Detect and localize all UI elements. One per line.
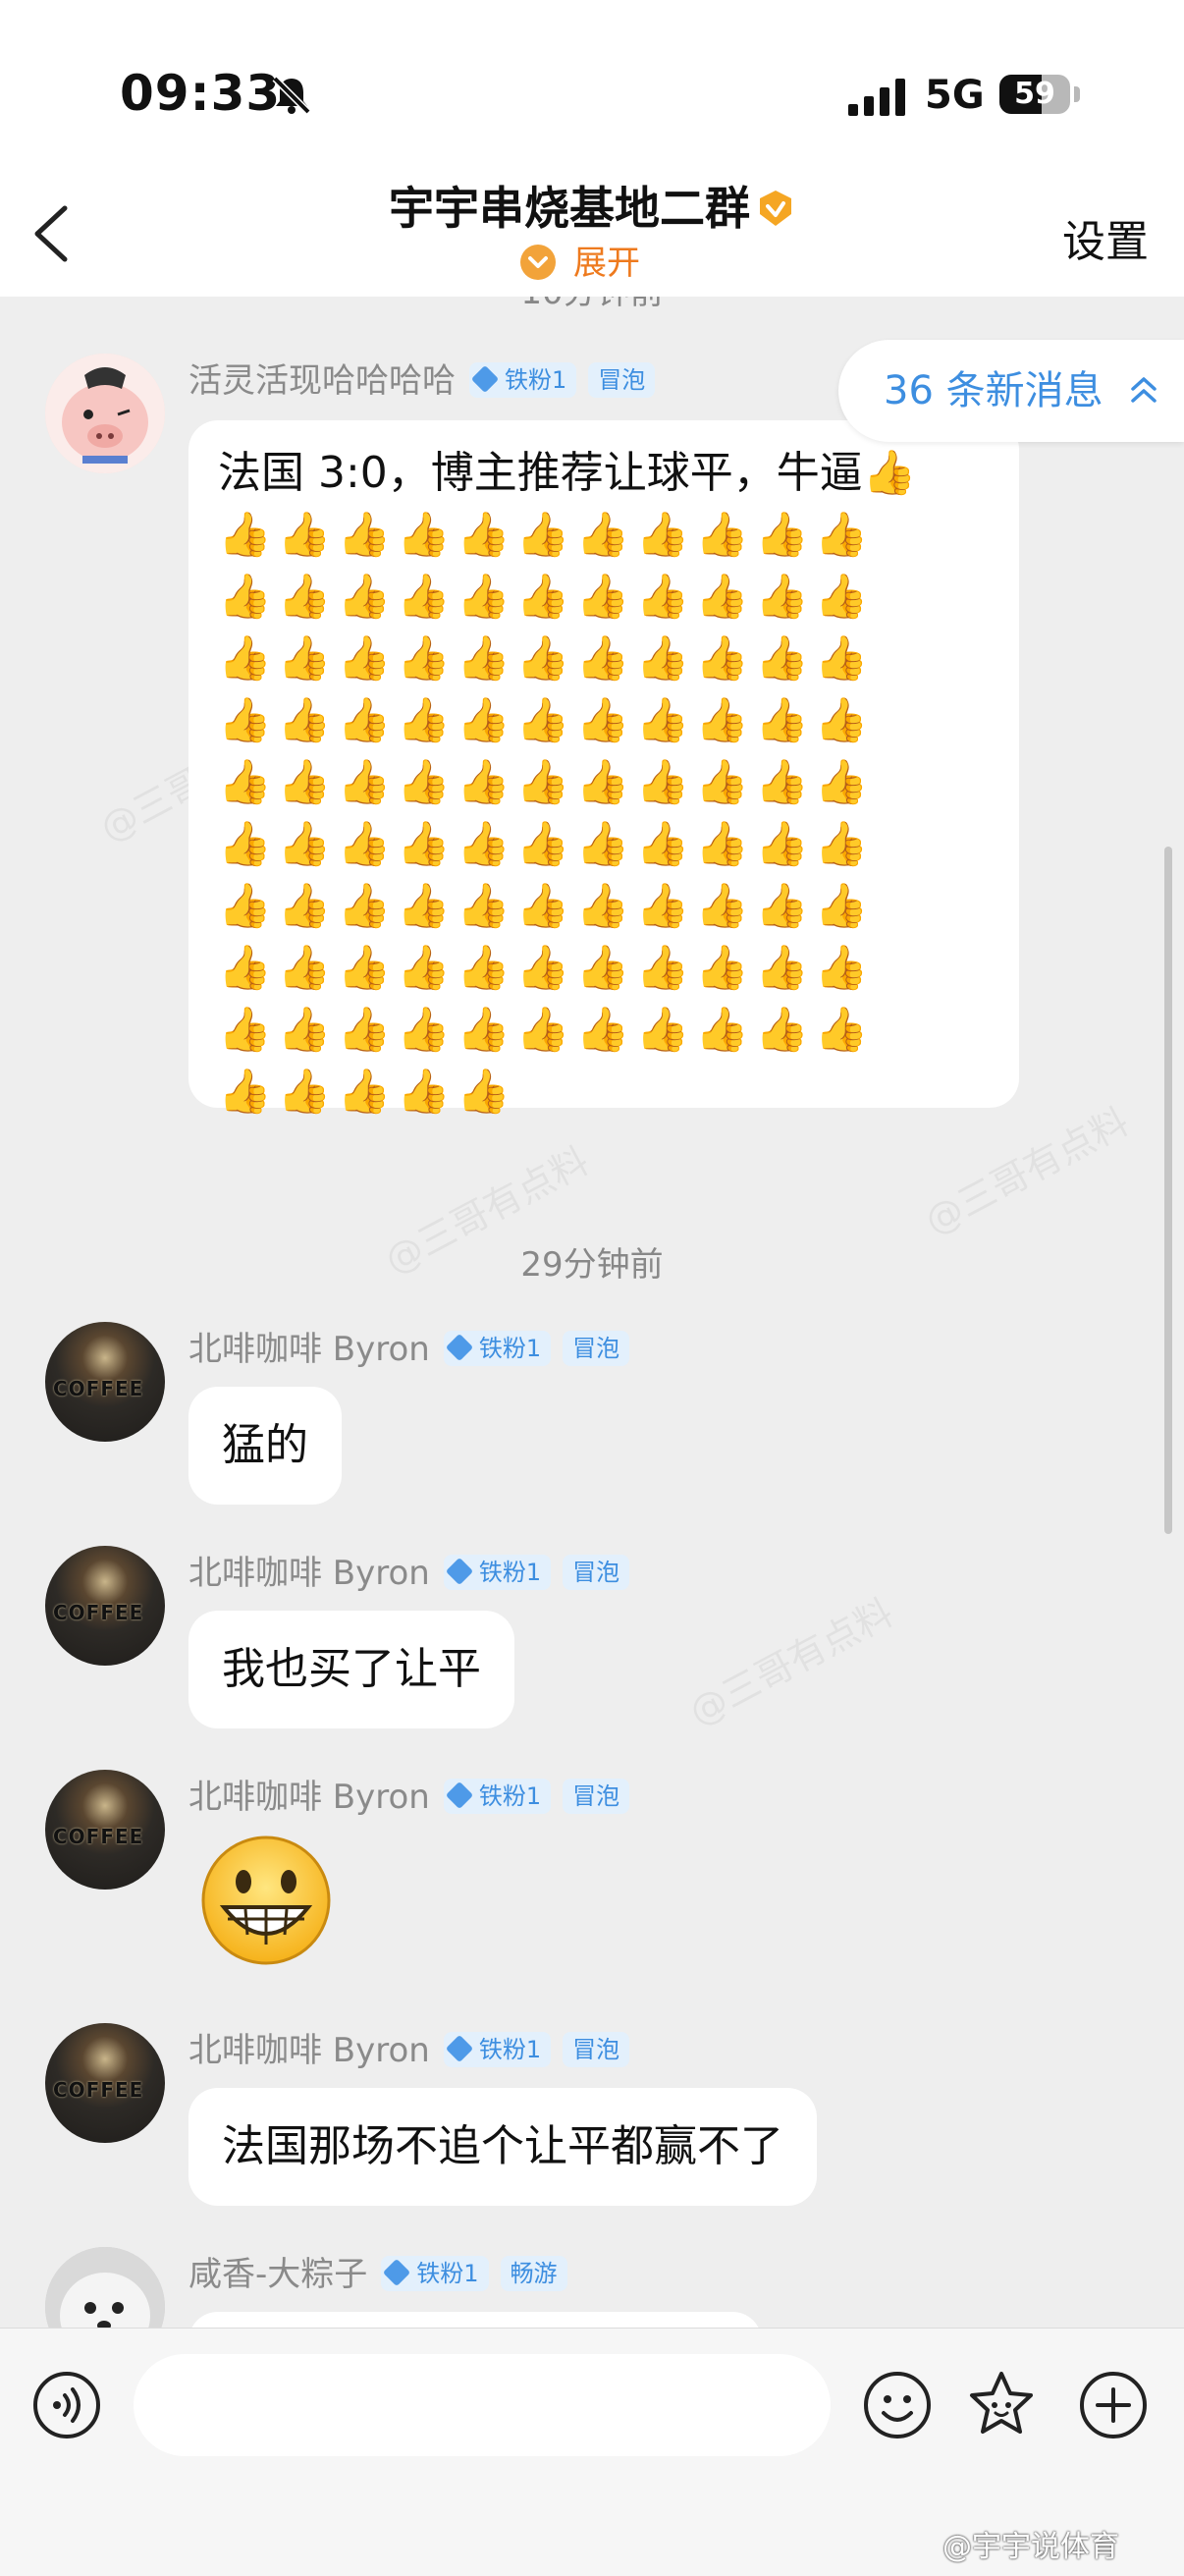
expand-button[interactable]: 展开 (520, 244, 640, 283)
coffee-avatar-label: COFFEE (53, 2078, 144, 2102)
thumbs-up-emoji-row: 👍👍👍👍👍👍👍👍👍👍👍 (218, 510, 875, 560)
battery-tip (1074, 86, 1080, 102)
activity-tag: 冒泡 (588, 361, 656, 398)
avatar[interactable]: COFFEE (45, 2023, 165, 2143)
network-type: 5G (925, 73, 985, 118)
sender-name[interactable]: 咸香-大粽子 铁粉1 畅游 (188, 2253, 567, 2296)
status-bar: 09:33 5G 59 (0, 0, 1184, 167)
sender-name[interactable]: 北啡咖啡 Byron 铁粉1 冒泡 (188, 1776, 630, 1819)
dog-avatar-icon (45, 2247, 165, 2328)
coffee-avatar-label: COFFEE (53, 1601, 144, 1624)
thumbs-up-emoji-row: 👍👍👍👍👍👍👍👍👍👍👍 (218, 819, 875, 869)
group-title[interactable]: 宇宇串烧基地二群 (0, 173, 1184, 238)
message-bubble[interactable] (188, 2312, 762, 2328)
verified-badge-icon (760, 190, 791, 226)
thumbs-up-emoji-row: 👍👍👍👍👍👍👍👍👍👍👍 (218, 943, 875, 993)
status-time: 09:33 (120, 65, 282, 122)
bell-muted-icon (272, 76, 311, 115)
voice-input-icon[interactable] (31, 2370, 102, 2440)
credit-watermark: @宇宇说体育 (942, 2530, 1119, 2564)
battery-level: 59 (1014, 77, 1055, 111)
scrollbar[interactable] (1164, 847, 1172, 1534)
fan-badge: 铁粉1 (443, 2031, 552, 2067)
message-input[interactable] (134, 2354, 831, 2456)
emoji-icon[interactable] (862, 2370, 933, 2440)
double-chevron-up-icon (1131, 377, 1157, 403)
avatar[interactable] (45, 2247, 165, 2328)
avatar[interactable]: COFFEE (45, 1322, 165, 1442)
avatar[interactable] (45, 354, 165, 473)
sender-name[interactable]: 活灵活现哈哈哈哈 铁粉1 冒泡 (188, 359, 656, 403)
avatar[interactable]: COFFEE (45, 1770, 165, 1890)
watermark: @三哥有点料 (681, 1590, 900, 1734)
timestamp-divider: 10分钟前 (0, 297, 1184, 313)
thumbs-up-emoji-row: 👍👍👍👍👍👍👍👍👍👍👍 (218, 695, 875, 745)
nav-bar: 宇宇串烧基地二群 展开 设置 (0, 167, 1184, 297)
fan-badge: 铁粉1 (443, 1554, 552, 1590)
sender-name[interactable]: 北啡咖啡 Byron 铁粉1 冒泡 (188, 1328, 630, 1371)
group-title-text: 宇宇串烧基地二群 (389, 182, 750, 235)
new-messages-label: 36 条新消息 (884, 368, 1103, 413)
activity-tag: 冒泡 (563, 2031, 630, 2067)
activity-tag: 冒泡 (563, 1330, 630, 1366)
add-plus-icon[interactable] (1078, 2370, 1149, 2440)
message-text: 法国 3:0，博主推荐让球平，牛逼👍 (218, 448, 917, 498)
grinning-face-emoji-icon[interactable] (198, 1833, 334, 1968)
fan-badge: 铁粉1 (443, 1330, 552, 1366)
thumbs-up-emoji-row: 👍👍👍👍👍👍👍👍👍👍👍 (218, 757, 875, 807)
chevron-down-icon (520, 244, 556, 280)
settings-button[interactable]: 设置 (1062, 206, 1149, 269)
message-bubble[interactable]: 我也买了让平 (188, 1611, 514, 1728)
thumbs-up-emoji-row: 👍👍👍👍👍👍👍👍👍👍👍 (218, 1005, 875, 1055)
thumbs-up-emoji-row: 👍👍👍👍👍👍👍👍👍👍👍 (218, 881, 875, 931)
sticker-star-icon[interactable] (966, 2368, 1037, 2439)
coffee-avatar-label: COFFEE (53, 1377, 144, 1400)
message-bubble[interactable]: 法国那场不追个让平都赢不了 (188, 2088, 817, 2206)
timestamp-divider: 29分钟前 (520, 1245, 664, 1285)
signal-icon (848, 79, 905, 116)
avatar[interactable]: COFFEE (45, 1546, 165, 1666)
coffee-avatar-label: COFFEE (53, 1825, 144, 1848)
message-bubble[interactable]: 法国 3:0，博主推荐让球平，牛逼👍 👍👍👍👍👍👍👍👍👍👍👍 👍👍👍👍👍👍👍👍👍… (188, 420, 1019, 1117)
pig-avatar-icon (45, 354, 165, 473)
fan-badge: 铁粉1 (443, 1778, 552, 1814)
message-bubble[interactable]: 猛的 (188, 1387, 342, 1505)
sender-name[interactable]: 北啡咖啡 Byron 铁粉1 冒泡 (188, 1552, 630, 1595)
activity-tag: 冒泡 (563, 1778, 630, 1814)
fan-badge: 铁粉1 (381, 2255, 489, 2291)
activity-tag: 冒泡 (563, 1554, 630, 1590)
thumbs-up-emoji-row: 👍👍👍👍👍 (218, 1067, 516, 1117)
thumbs-up-emoji-row: 👍👍👍👍👍👍👍👍👍👍👍 (218, 633, 875, 684)
chat-area[interactable]: @三哥有点料 @三哥有点料 @三哥有点料 @三哥有点料 10分钟前 活灵活现哈哈… (0, 297, 1184, 2328)
thumbs-up-emoji-row: 👍👍👍👍👍👍👍👍👍👍👍 (218, 572, 875, 622)
battery-icon: 59 (999, 75, 1070, 114)
activity-tag: 畅游 (500, 2255, 567, 2291)
new-messages-button[interactable]: 36 条新消息 (838, 340, 1184, 442)
expand-label: 展开 (573, 244, 640, 283)
fan-badge: 铁粉1 (469, 361, 577, 398)
sender-name[interactable]: 北啡咖啡 Byron 铁粉1 冒泡 (188, 2029, 630, 2072)
